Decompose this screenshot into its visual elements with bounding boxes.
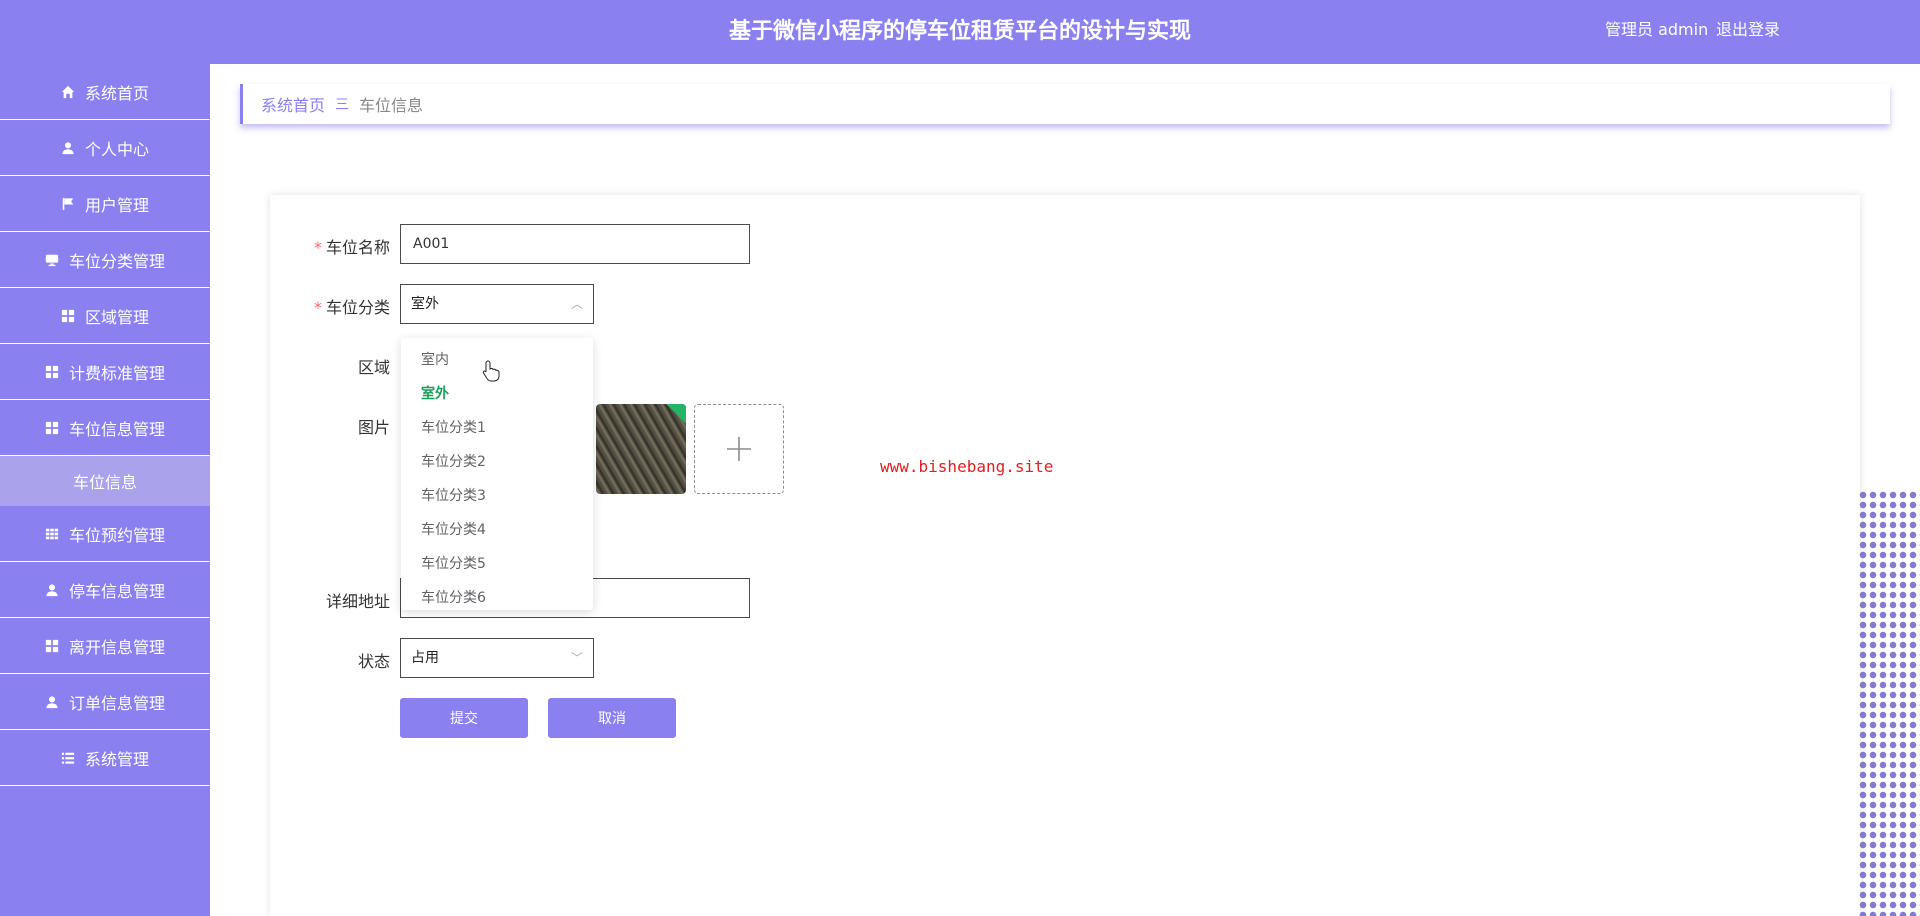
home-icon <box>61 85 75 99</box>
submit-button[interactable]: 提交 <box>400 698 528 738</box>
user-icon <box>61 141 75 155</box>
sidebar-subitem-space-info[interactable]: 车位信息 <box>0 456 210 506</box>
name-label: * 车位名称 <box>270 234 390 258</box>
sidebar-item-home[interactable]: 系统首页 <box>0 64 210 120</box>
table-icon <box>45 527 59 541</box>
status-label: 状态 <box>357 652 390 671</box>
required-marker: * <box>313 238 322 257</box>
sidebar-item-area-management[interactable]: 区域管理 <box>0 288 210 344</box>
grid-icon <box>45 421 59 435</box>
decorative-dot-pattern <box>1858 490 1920 916</box>
breadcrumb-home-link[interactable]: 系统首页 <box>261 92 325 116</box>
grid-icon <box>45 365 59 379</box>
sidebar-item-label: 区域管理 <box>84 307 149 327</box>
upload-success-corner <box>666 404 686 424</box>
category-select-value: 室外 <box>411 296 439 312</box>
sidebar-item-label: 车位分类管理 <box>68 251 165 271</box>
image-label: 图片 <box>357 418 390 437</box>
status-select[interactable]: 占用 ﹀ <box>400 638 594 678</box>
sidebar-item-label: 系统首页 <box>84 83 149 103</box>
uploaded-image-thumbnail[interactable] <box>596 404 686 494</box>
user-icon <box>45 583 59 597</box>
sidebar-item-order-management[interactable]: 订单信息管理 <box>0 674 210 730</box>
category-option[interactable]: 车位分类2 <box>401 445 593 479</box>
name-label-text: 车位名称 <box>325 238 390 257</box>
sidebar-item-label: 计费标准管理 <box>68 363 165 383</box>
category-option[interactable]: 室外 <box>401 377 593 411</box>
watermark-text: www.bishebang.site <box>880 457 1054 476</box>
sidebar-item-label: 个人中心 <box>84 139 149 159</box>
category-option[interactable]: 车位分类3 <box>401 479 593 513</box>
category-option[interactable]: 车位分类4 <box>401 513 593 547</box>
top-header: 基于微信小程序的停车位租赁平台的设计与实现 管理员 admin 退出登录 <box>0 0 1920 64</box>
monitor-icon <box>45 253 59 267</box>
chevron-up-icon: ︿ <box>570 297 583 311</box>
sidebar-item-label: 用户管理 <box>84 195 149 215</box>
sidebar-item-space-info-management[interactable]: 车位信息管理 <box>0 400 210 456</box>
grid-icon <box>45 639 59 653</box>
sidebar: 系统首页 个人中心 用户管理 车位分类管理 区域管理 计费标准管理 车位信息管理… <box>0 64 210 916</box>
image-upload-button[interactable] <box>694 404 784 494</box>
category-option[interactable]: 车位分类1 <box>401 411 593 445</box>
sidebar-item-label: 订单信息管理 <box>68 693 165 713</box>
sidebar-item-label: 车位信息管理 <box>68 419 165 439</box>
sidebar-item-label: 系统管理 <box>84 749 149 769</box>
sidebar-item-leave-info-management[interactable]: 离开信息管理 <box>0 618 210 674</box>
status-select-value: 占用 <box>411 650 439 666</box>
admin-user-label: 管理员 admin <box>1605 20 1709 39</box>
sidebar-item-label: 离开信息管理 <box>68 637 165 657</box>
sidebar-item-label: 停车信息管理 <box>68 581 165 601</box>
address-label: 详细地址 <box>325 592 390 611</box>
category-label-text: 车位分类 <box>325 298 390 317</box>
breadcrumb-separator: 三 <box>335 97 350 113</box>
sidebar-item-category-management[interactable]: 车位分类管理 <box>0 232 210 288</box>
category-option[interactable]: 车位分类6 <box>401 581 593 610</box>
sidebar-item-user-management[interactable]: 用户管理 <box>0 176 210 232</box>
plus-icon <box>727 437 751 461</box>
breadcrumb: 系统首页 三 车位信息 <box>240 84 1890 124</box>
sidebar-item-parking-info-management[interactable]: 停车信息管理 <box>0 562 210 618</box>
hand-pointer-icon <box>482 360 500 382</box>
area-label: 区域 <box>357 358 390 377</box>
sidebar-item-label: 车位预约管理 <box>68 525 165 545</box>
required-marker: * <box>313 298 322 317</box>
category-option[interactable]: 车位分类5 <box>401 547 593 581</box>
cancel-button[interactable]: 取消 <box>548 698 676 738</box>
sidebar-item-label: 车位信息 <box>72 473 137 492</box>
space-name-input[interactable]: A001 <box>400 224 750 264</box>
sidebar-item-billing-management[interactable]: 计费标准管理 <box>0 344 210 400</box>
sidebar-item-system-management[interactable]: 系统管理 <box>0 730 210 786</box>
flag-icon <box>61 197 75 211</box>
category-label: * 车位分类 <box>270 294 390 318</box>
user-icon <box>45 695 59 709</box>
category-select[interactable]: 室外 ︿ <box>400 284 594 324</box>
grid-icon <box>61 309 75 323</box>
sidebar-item-personal-center[interactable]: 个人中心 <box>0 120 210 176</box>
breadcrumb-current: 车位信息 <box>359 96 424 115</box>
chevron-down-icon: ﹀ <box>570 651 583 665</box>
list-icon <box>61 751 75 765</box>
sidebar-item-reservation-management[interactable]: 车位预约管理 <box>0 506 210 562</box>
logout-link[interactable]: 退出登录 <box>1716 0 1780 64</box>
